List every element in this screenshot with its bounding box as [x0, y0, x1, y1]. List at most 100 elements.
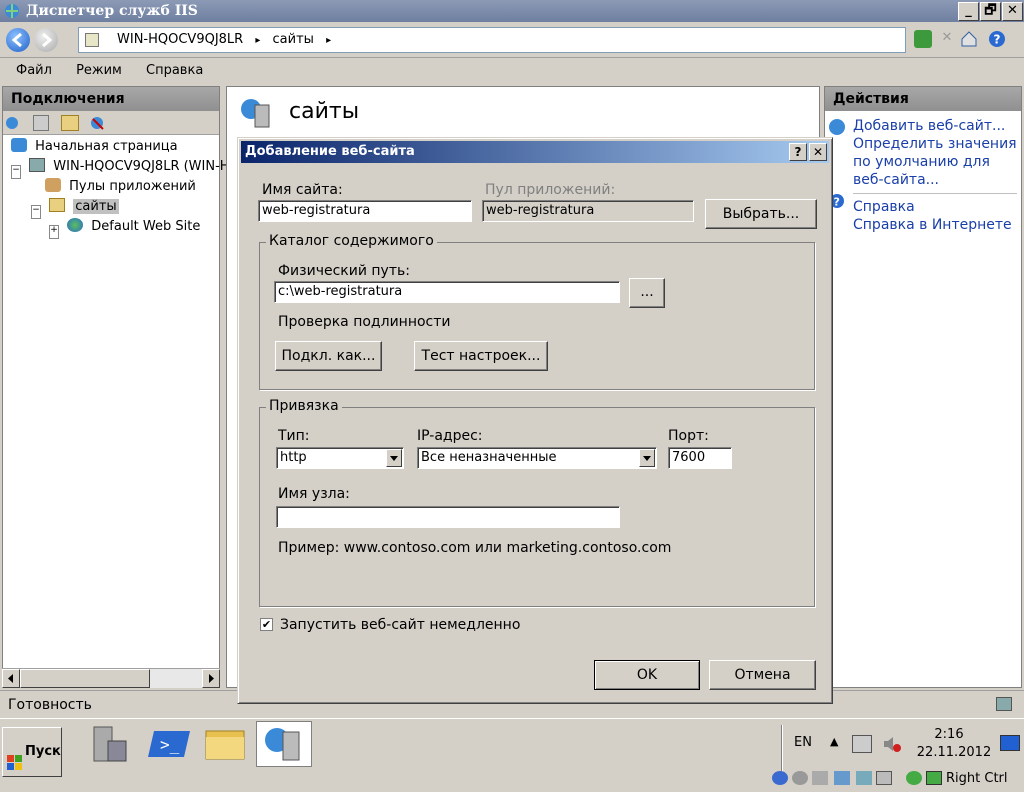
add-website-dialog: Добавление веб-сайта ? ✕ Имя сайта: web-…	[237, 137, 833, 704]
explorer-taskbar-icon[interactable]	[198, 721, 254, 767]
close-button[interactable]: ✕	[1002, 2, 1023, 21]
vm-usb-icon	[812, 771, 828, 785]
home-icon[interactable]	[960, 30, 978, 48]
expand-icon[interactable]: +	[49, 225, 59, 239]
scroll-right-icon[interactable]	[202, 669, 220, 688]
minimize-button[interactable]: _	[958, 2, 979, 21]
action-help[interactable]: Справка	[853, 198, 1021, 216]
start-button[interactable]: Пуск	[2, 727, 62, 777]
scroll-thumb[interactable]	[20, 669, 150, 688]
address-node[interactable]: сайты	[273, 32, 314, 47]
forward-arrow-icon[interactable]	[34, 28, 58, 52]
actions-panel: Действия Добавить веб-сайт... Определить…	[824, 86, 1022, 688]
dialog-help-button[interactable]: ?	[789, 143, 807, 161]
tree-item-label: WIN-HQOCV9QJ8LR (WIN-H	[53, 159, 230, 174]
chevron-down-icon[interactable]	[639, 449, 655, 467]
tree-item-server[interactable]: − WIN-HQOCV9QJ8LR (WIN-H	[11, 157, 230, 179]
globe-icon	[67, 218, 84, 232]
svg-text:?: ?	[994, 33, 1001, 47]
server-manager-taskbar-icon[interactable]	[84, 721, 140, 767]
tree-item-sites[interactable]: − сайты	[11, 197, 219, 219]
window-title: Диспетчер служб IIS	[26, 3, 198, 19]
tree-item-default-web-site[interactable]: + Default Web Site	[11, 217, 219, 239]
start-page-icon	[11, 138, 27, 152]
type-label: Тип:	[278, 428, 310, 444]
connections-panel: Подключения Начальная страница − WIN-HQO…	[2, 86, 230, 688]
site-name-label: Имя сайта:	[262, 182, 343, 198]
save-icon[interactable]	[33, 115, 49, 131]
app-pool-label: Пул приложений:	[485, 182, 616, 198]
port-input[interactable]: 7600	[668, 447, 732, 469]
tree-item-label: Начальная страница	[35, 139, 178, 154]
connect-as-button[interactable]: Подкл. как...	[275, 341, 382, 371]
add-site-icon	[829, 119, 845, 135]
powershell-taskbar-icon[interactable]: >_	[142, 721, 198, 767]
test-settings-button[interactable]: Тест настроек...	[414, 341, 548, 371]
show-desktop-icon[interactable]	[1000, 735, 1020, 751]
tree-item-start-page[interactable]: Начальная страница	[11, 137, 219, 157]
address-separator-end: ▸	[326, 35, 332, 46]
taskbar: Пуск >_ EN ▲ 2:16 22.11.2012 Right Ctrl	[0, 718, 1024, 789]
disconnect-icon[interactable]	[89, 115, 107, 131]
network-icon[interactable]	[852, 735, 872, 753]
maximize-button[interactable]: 🗗	[980, 2, 1001, 21]
stop-icon[interactable]: ✕	[938, 30, 956, 48]
start-label: Пуск	[25, 744, 61, 759]
connections-header: Подключения	[3, 87, 219, 111]
type-select[interactable]: http	[276, 447, 404, 469]
navigation-bar: WIN-HQOCV9QJ8LR ▸ сайты ▸ ✕ ?	[0, 22, 1024, 58]
ip-address-label: IP-адрес:	[417, 428, 483, 444]
action-online-help[interactable]: Справка в Интернете	[853, 216, 1021, 234]
site-name-input[interactable]: web-registratura	[258, 200, 472, 222]
host-example-text: Пример: www.contoso.com или marketing.co…	[278, 540, 672, 556]
menu-bar: Файл Режим Справка	[0, 59, 1024, 85]
start-immediately-checkbox[interactable]: ✔	[260, 618, 273, 631]
clock-time[interactable]: 2:16	[916, 727, 982, 742]
port-label: Порт:	[668, 428, 709, 444]
language-indicator[interactable]: EN	[794, 735, 812, 750]
dialog-close-button[interactable]: ✕	[809, 143, 827, 161]
vm-capture-icon	[906, 771, 922, 785]
sites-icon	[239, 97, 273, 129]
scroll-left-icon[interactable]	[2, 669, 20, 688]
action-add-website[interactable]: Добавить веб-сайт...	[853, 117, 1021, 135]
connect-icon[interactable]	[5, 115, 23, 131]
app-pools-icon	[45, 178, 61, 192]
refresh-icon[interactable]	[914, 30, 932, 48]
ip-address-select[interactable]: Все неназначенные	[417, 447, 657, 469]
app-pool-field: web-registratura	[482, 200, 694, 222]
window-title-bar: Диспетчер служб IIS _ 🗗 ✕	[0, 0, 1024, 22]
physical-path-input[interactable]: c:\web-registratura	[274, 281, 620, 303]
address-bar[interactable]: WIN-HQOCV9QJ8LR ▸ сайты ▸	[78, 27, 906, 53]
tree-item-app-pools[interactable]: Пулы приложений	[11, 177, 219, 197]
menu-file[interactable]: Файл	[0, 59, 52, 83]
up-folder-icon[interactable]	[61, 115, 79, 131]
volume-muted-icon[interactable]	[882, 735, 902, 753]
horizontal-scrollbar[interactable]	[2, 668, 220, 688]
ok-button[interactable]: OK	[594, 660, 700, 690]
folder-icon	[85, 33, 99, 47]
address-server[interactable]: WIN-HQOCV9QJ8LR	[117, 32, 243, 47]
tree-item-label: сайты	[73, 199, 119, 214]
ip-address-select-value: Все неназначенные	[421, 450, 557, 465]
menu-view[interactable]: Режим	[60, 59, 122, 83]
help-icon[interactable]: ?	[988, 30, 1006, 48]
chevron-down-icon[interactable]	[386, 449, 402, 467]
vm-display-icon	[876, 771, 892, 785]
dialog-title: Добавление веб-сайта	[245, 144, 415, 159]
cancel-button[interactable]: Отмена	[709, 660, 816, 690]
back-arrow-icon[interactable]	[6, 28, 30, 52]
tray-expand-icon[interactable]: ▲	[830, 735, 838, 748]
tree-item-label: Пулы приложений	[69, 179, 196, 194]
menu-help[interactable]: Справка	[130, 59, 203, 83]
vm-cd-icon	[792, 771, 808, 785]
vm-network-icon	[834, 771, 850, 785]
clock-date[interactable]: 22.11.2012	[916, 745, 992, 760]
action-set-defaults[interactable]: Определить значения по умолчанию для веб…	[853, 135, 1017, 194]
select-pool-button[interactable]: Выбрать...	[705, 199, 817, 229]
tray-divider	[781, 725, 783, 771]
svg-text:>_: >_	[160, 735, 180, 754]
iis-manager-taskbar-icon[interactable]	[256, 721, 312, 767]
host-name-input[interactable]	[276, 506, 620, 528]
browse-path-button[interactable]: ...	[629, 278, 665, 308]
